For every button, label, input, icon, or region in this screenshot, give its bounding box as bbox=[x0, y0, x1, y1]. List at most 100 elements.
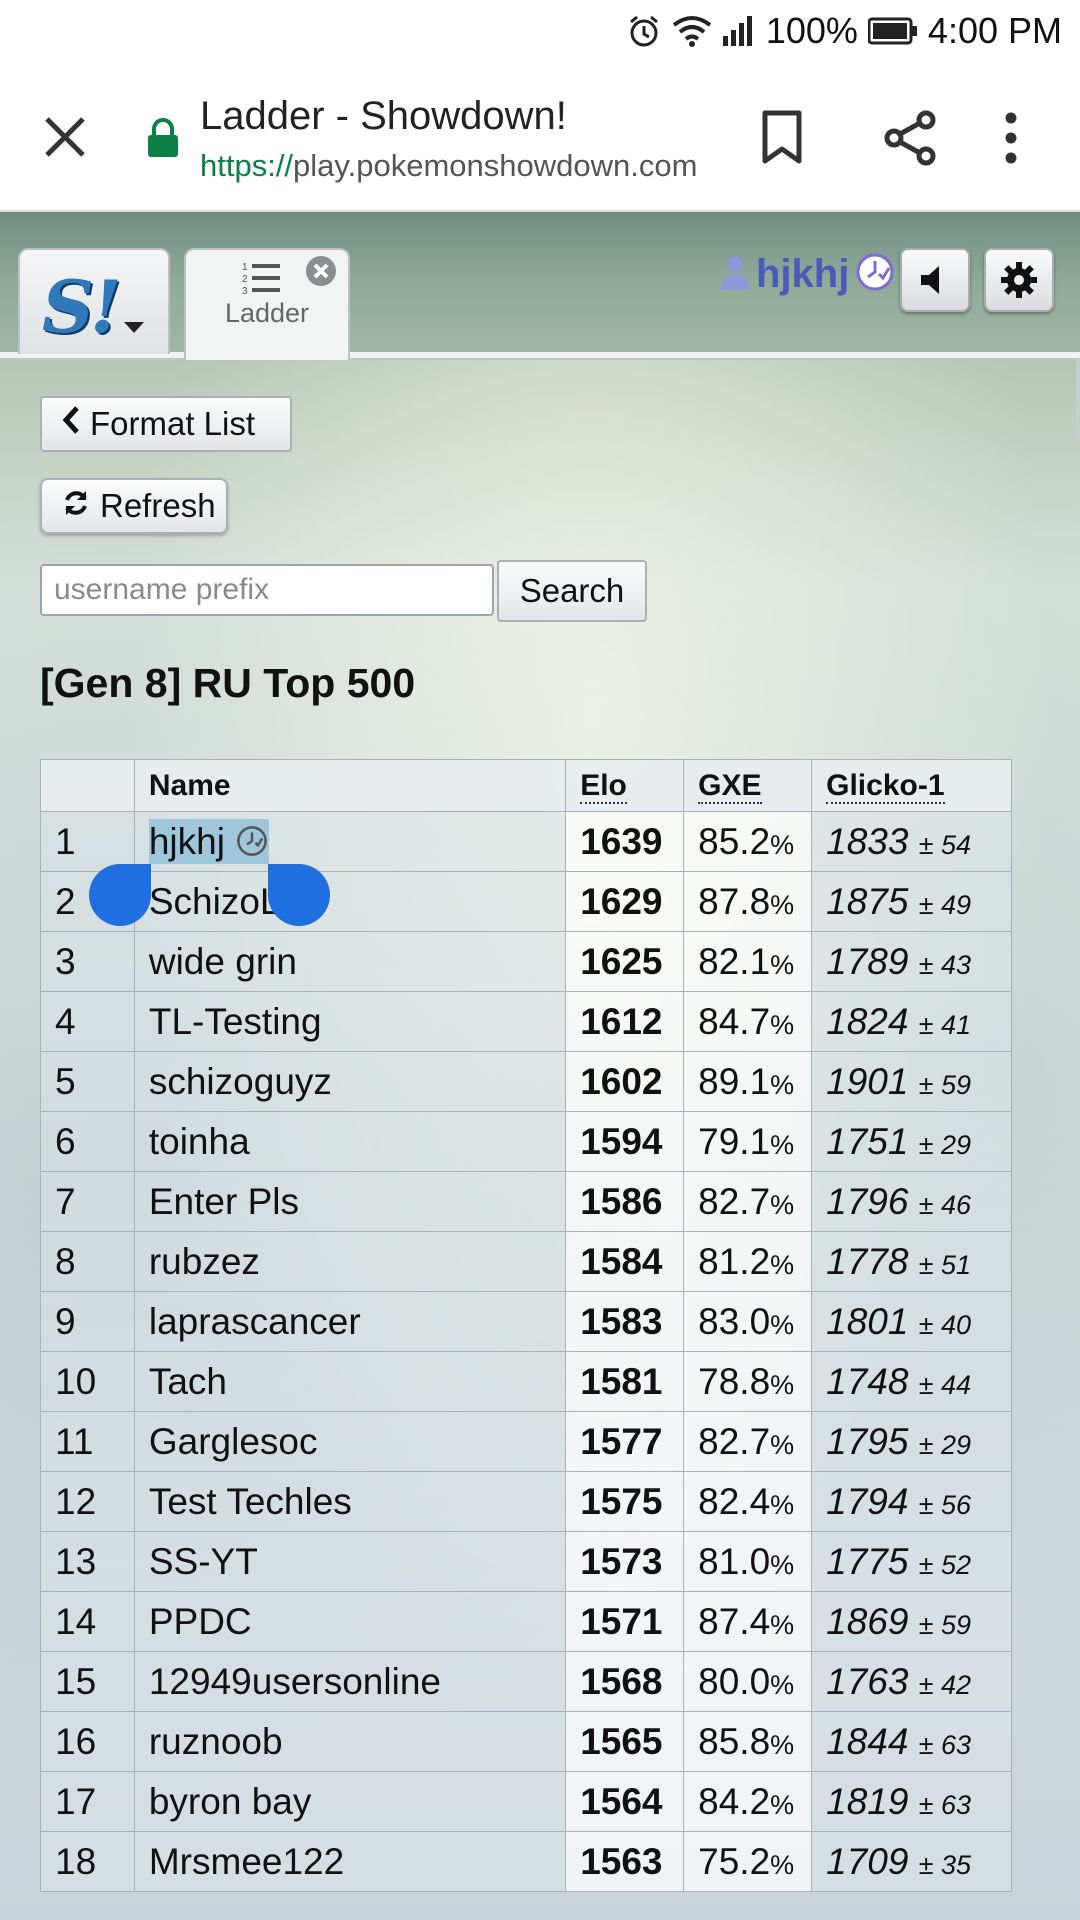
player-name[interactable]: Test Techles bbox=[149, 1481, 352, 1522]
status-away-icon bbox=[855, 252, 895, 297]
gxe-cell: 82.4% bbox=[683, 1471, 813, 1532]
player-name-cell[interactable]: Enter Pls bbox=[133, 1171, 567, 1232]
player-name-cell[interactable]: TL-Testing bbox=[133, 991, 567, 1052]
rank-cell: 6 bbox=[40, 1111, 135, 1172]
glicko-deviation: ± 42 bbox=[918, 1669, 972, 1700]
table-row: 10 Tach 1581 78.8% 1748 ± 44 bbox=[40, 1351, 1012, 1412]
url-bar[interactable]: https://play.pokemonshowdown.com bbox=[200, 148, 697, 184]
player-name-cell[interactable]: wide grin bbox=[133, 931, 567, 992]
share-icon[interactable] bbox=[882, 110, 938, 171]
gxe-cell: 82.1% bbox=[683, 931, 813, 992]
gxe-cell: 83.0% bbox=[683, 1291, 813, 1352]
player-name[interactable]: PPDC bbox=[149, 1601, 252, 1642]
percent-sign: % bbox=[770, 1249, 795, 1280]
player-name-cell[interactable]: schizoguyz bbox=[133, 1051, 567, 1112]
player-name[interactable]: TL-Testing bbox=[149, 1001, 322, 1042]
gxe-cell: 84.2% bbox=[683, 1771, 813, 1832]
format-list-button[interactable]: Format List bbox=[40, 396, 292, 452]
player-name-cell[interactable]: Garglesoc bbox=[133, 1411, 567, 1472]
player-name-cell[interactable]: 12949usersonline bbox=[133, 1651, 567, 1712]
tab-ladder[interactable]: 123 Ladder bbox=[184, 248, 350, 360]
player-name-cell[interactable]: PPDC bbox=[133, 1591, 567, 1652]
rank-cell: 16 bbox=[40, 1711, 135, 1772]
player-name[interactable]: hjkhj bbox=[149, 821, 225, 862]
player-name[interactable]: laprascancer bbox=[149, 1301, 361, 1342]
percent-sign: % bbox=[770, 949, 795, 980]
table-row: 17 byron bay 1564 84.2% 1819 ± 63 bbox=[40, 1771, 1012, 1832]
table-row: 11 Garglesoc 1577 82.7% 1795 ± 29 bbox=[40, 1411, 1012, 1472]
percent-sign: % bbox=[770, 1489, 795, 1520]
rank-cell: 5 bbox=[40, 1051, 135, 1112]
player-name[interactable]: 12949usersonline bbox=[149, 1661, 441, 1702]
player-name-cell[interactable]: rubzez bbox=[133, 1231, 567, 1292]
player-name[interactable]: Tach bbox=[149, 1361, 227, 1402]
column-name: Name bbox=[133, 759, 567, 812]
glicko-cell: 1709 ± 35 bbox=[811, 1831, 1012, 1892]
player-name[interactable]: Garglesoc bbox=[149, 1421, 318, 1462]
player-name-cell[interactable]: toinha bbox=[133, 1111, 567, 1172]
ladder-heading: [Gen 8] RU Top 500 bbox=[40, 660, 416, 706]
gxe-cell: 81.2% bbox=[683, 1231, 813, 1292]
player-name[interactable]: schizoguyz bbox=[149, 1061, 332, 1102]
player-name-cell[interactable]: Tach bbox=[133, 1351, 567, 1412]
player-name[interactable]: byron bay bbox=[149, 1781, 312, 1822]
selection-handle-start[interactable] bbox=[89, 864, 151, 926]
selection-handle-end[interactable] bbox=[268, 864, 330, 926]
glicko-cell: 1824 ± 41 bbox=[811, 991, 1012, 1052]
column-gxe[interactable]: GXE bbox=[683, 759, 813, 812]
wifi-icon bbox=[672, 15, 712, 47]
battery-icon bbox=[867, 17, 918, 45]
close-tab-icon[interactable] bbox=[40, 112, 90, 162]
player-name[interactable]: Enter Pls bbox=[149, 1181, 299, 1222]
main-menu-tab[interactable]: S! bbox=[18, 248, 170, 354]
bookmark-icon[interactable] bbox=[760, 110, 804, 171]
elo-cell: 1571 bbox=[565, 1591, 685, 1652]
table-row: 3 wide grin 1625 82.1% 1789 ± 43 bbox=[40, 931, 1012, 992]
percent-sign: % bbox=[770, 1009, 795, 1040]
player-name[interactable]: SS-YT bbox=[149, 1541, 258, 1582]
sound-button[interactable] bbox=[900, 248, 970, 312]
percent-sign: % bbox=[770, 1729, 795, 1760]
elo-cell: 1575 bbox=[565, 1471, 685, 1532]
player-name[interactable]: rubzez bbox=[149, 1241, 260, 1282]
refresh-button[interactable]: Refresh bbox=[40, 478, 228, 534]
gxe-value: 83.0 bbox=[698, 1300, 771, 1342]
player-name-cell[interactable]: byron bay bbox=[133, 1771, 567, 1832]
table-row: 15 12949usersonline 1568 80.0% 1763 ± 42 bbox=[40, 1651, 1012, 1712]
rank-cell: 15 bbox=[40, 1651, 135, 1712]
player-name-cell[interactable]: Test Techles bbox=[133, 1471, 567, 1532]
player-name-cell[interactable]: Mrsmee122 bbox=[133, 1831, 567, 1892]
user-menu[interactable]: hjkhj bbox=[720, 252, 895, 297]
glicko-cell: 1763 ± 42 bbox=[811, 1651, 1012, 1712]
glicko-rating: 1833 bbox=[826, 820, 909, 862]
gxe-cell: 89.1% bbox=[683, 1051, 813, 1112]
browser-toolbar: Ladder - Showdown! https://play.pokemons… bbox=[0, 62, 1080, 212]
search-button[interactable]: Search bbox=[497, 560, 647, 622]
player-name[interactable]: Mrsmee122 bbox=[149, 1841, 344, 1882]
elo-cell: 1602 bbox=[565, 1051, 685, 1112]
percent-sign: % bbox=[770, 1129, 795, 1160]
column-glicko[interactable]: Glicko-1 bbox=[811, 759, 1012, 812]
player-name[interactable]: toinha bbox=[149, 1121, 250, 1162]
scrollbar[interactable] bbox=[1076, 358, 1080, 438]
username-search-input[interactable] bbox=[40, 564, 494, 616]
elo-cell: 1629 bbox=[565, 871, 685, 932]
close-tab-icon[interactable] bbox=[304, 254, 338, 293]
glicko-cell: 1869 ± 59 bbox=[811, 1591, 1012, 1652]
table-row: 6 toinha 1594 79.1% 1751 ± 29 bbox=[40, 1111, 1012, 1172]
player-name-cell[interactable]: SchizoL bbox=[133, 871, 567, 932]
player-name[interactable]: SchizoL bbox=[149, 881, 281, 922]
glicko-rating: 1789 bbox=[826, 940, 909, 982]
player-name[interactable]: wide grin bbox=[149, 941, 297, 982]
refresh-label: Refresh bbox=[100, 487, 216, 524]
player-name-cell[interactable]: ruznoob bbox=[133, 1711, 567, 1772]
player-name[interactable]: ruznoob bbox=[149, 1721, 283, 1762]
settings-button[interactable] bbox=[984, 248, 1054, 312]
player-name-cell[interactable]: hjkhj bbox=[133, 811, 567, 872]
glicko-cell: 1748 ± 44 bbox=[811, 1351, 1012, 1412]
column-elo[interactable]: Elo bbox=[565, 759, 685, 812]
player-name-cell[interactable]: laprascancer bbox=[133, 1291, 567, 1352]
gxe-cell: 82.7% bbox=[683, 1411, 813, 1472]
player-name-cell[interactable]: SS-YT bbox=[133, 1531, 567, 1592]
overflow-menu-icon[interactable] bbox=[1004, 110, 1018, 171]
